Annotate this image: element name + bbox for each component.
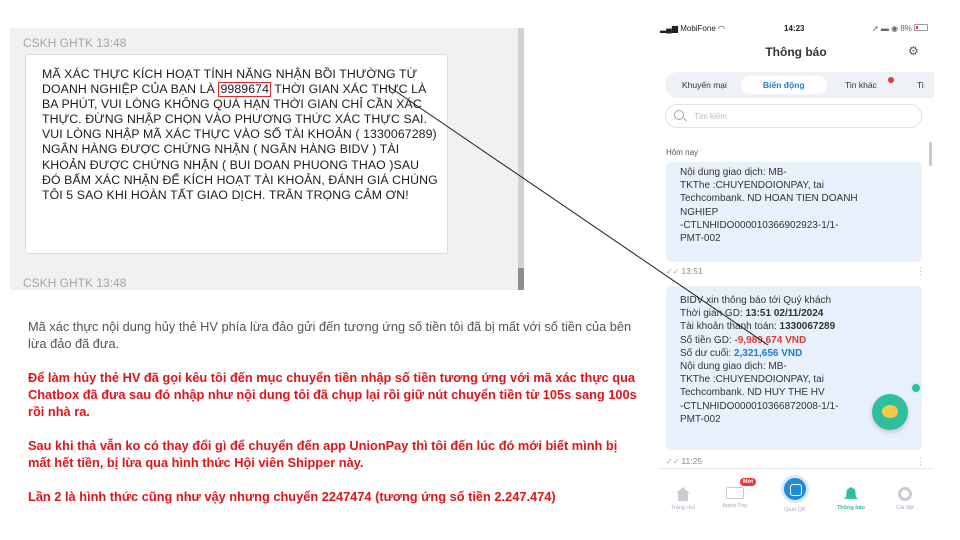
label: Số dư cuối: [680,347,734,359]
battery-percent: 8% [900,24,912,33]
phone-screenshot: ▂▄▆ MobiFone ◠ 14:23 ➚ ▬ ◉ 8% Thông báo … [658,14,934,526]
status-clock: 14:23 [784,24,805,33]
nav-scan-qr[interactable]: Quét QR [770,475,820,513]
card-line-account: Tài khoản thanh toán: 1330067289 [680,320,922,333]
more-options-icon[interactable]: ⋮ [916,456,925,467]
check-icon: ✓✓ [666,267,680,276]
wallet-icon [726,487,744,499]
chat-panel: CSKH GHTK 13:48 MÃ XÁC THỰC KÍCH HOẠT TÍ… [10,28,524,290]
chat-scrollbar[interactable] [518,28,524,290]
gear-icon [898,487,912,501]
tab-transactions[interactable]: Biến động [741,76,827,94]
card-line-time: Thời gian GD: 13:51 02/11/2024 [680,307,922,320]
card-line: BIDV xin thông báo tới Quý khách [680,295,832,306]
status-bar: ▂▄▆ MobiFone ◠ 14:23 ➚ ▬ ◉ 8% [658,14,934,40]
tab-more[interactable]: Ti [917,80,924,90]
page-title: Thông báo [765,45,827,59]
battery-icon [914,24,928,31]
card-line: NGHIEP [680,206,719,218]
bell-icon [844,487,858,499]
check-icon: ✓✓ [666,457,680,466]
card-line-amount: Số tiền GD: -9,989,674 VND [680,334,922,347]
floating-mini-button[interactable] [910,382,922,394]
balance-amount: 2,321,656 VND [733,347,803,359]
card-line: TKThe :CHUYENDOIONPAY, tai [680,374,824,386]
notification-time: ✓✓ 13:51 [666,266,703,276]
card-line: Nội dung giao dịch: MB- [680,361,787,373]
explanation-normal: Mã xác thực nội dung hủy thẻ HV phía lừa… [28,319,632,351]
nav-label: Trang chủ [670,505,696,511]
card-line: TKThe :CHUYENDOIONPAY, tai [680,180,824,192]
transaction-amount: -9,989,674 VND [734,334,807,346]
list-scrollbar[interactable] [929,142,932,166]
chat-scroll-thumb[interactable] [518,268,524,290]
notification-card[interactable]: Nội dung giao dịch: MB- TKThe :CHUYENDOI… [666,162,922,262]
label: Số tiền GD: [680,334,735,346]
nav-label: Apple Pay [722,503,748,509]
nav-settings[interactable]: Cài đặt [880,479,930,511]
search-placeholder: Tìm kiếm [694,112,727,121]
gear-icon[interactable]: ⚙ [908,44,919,58]
card-line: -CTLNHIDO000010366902923-1/1- [680,219,839,231]
unread-dot [888,77,894,83]
card-line: Techcombank. ND HOAN TIEN DOANH [680,193,858,205]
explanation-red-3: Lần 2 là hình thức cũng như vậy nhưng ch… [28,489,556,504]
account-number: 1330067289 [779,321,836,333]
bottom-nav: Trang chủ Mới Apple Pay Quét QR Thông bá… [658,468,934,526]
time-text: 11:25 [681,456,703,466]
value: 13:51 02/11/2024 [745,308,824,320]
label: Tài khoản thanh toán: [680,321,780,333]
carrier-name: MobiFone [680,24,716,33]
card-line: Nội dung giao dịch: MB- [680,167,787,178]
card-line: PMT-002 [680,233,721,245]
explanation-red-1: Để làm hủy thẻ HV đã gọi kêu tôi đến mục… [28,370,637,419]
support-chat-icon[interactable] [872,394,908,430]
search-input[interactable]: Tìm kiếm [665,104,922,128]
tab-bar: Khuyến mại Biến động Tin khác Ti [665,72,934,98]
status-icons: ➚ ▬ ◉ 8% [872,24,912,33]
qr-scan-icon [781,475,809,503]
chat-sender-timestamp: CSKH GHTK 13:48 [23,276,127,290]
notification-time: ✓✓ 11:25 [666,456,702,466]
search-icon [674,110,684,120]
card-line-balance: Số dư cuối: 2,321,656 VND [680,347,922,360]
tab-promotions[interactable]: Khuyến mại [682,80,727,90]
nav-label: Cài đặt [896,505,914,511]
home-icon [676,487,690,501]
chat-message-bubble: MÃ XÁC THỰC KÍCH HOẠT TÍNH NĂNG NHẬN BỒI… [25,54,448,254]
nav-label: Thông báo [836,505,866,511]
explanation-red-2: Sau khi thả vẫn ko có thay đổi gì để chu… [28,438,618,470]
label: Thời gian GD: [680,308,746,320]
screenshot-canvas: CSKH GHTK 13:48 MÃ XÁC THỰC KÍCH HOẠT TÍ… [0,0,960,540]
section-label-today: Hôm nay [666,148,699,157]
verification-code-highlight: 9989674 [218,82,272,98]
tab-other-news[interactable]: Tin khác [845,80,877,90]
nav-label: Quét QR [784,507,806,513]
more-options-icon[interactable]: ⋮ [916,266,925,277]
time-text: 13:51 [681,266,703,276]
new-badge: Mới [740,478,757,486]
chat-sender-timestamp: CSKH GHTK 13:48 [23,36,127,50]
chat-message-text: MÃ XÁC THỰC KÍCH HOẠT TÍNH NĂNG NHẬN BỒI… [42,67,441,203]
explanation-text: Mã xác thực nội dung hủy thẻ HV phía lừa… [28,318,638,522]
carrier-label: ▂▄▆ MobiFone ◠ [660,24,725,33]
nav-notifications[interactable]: Thông báo [826,479,876,511]
nav-apple-pay[interactable]: Mới Apple Pay [710,478,760,509]
message-text-after: THỜI GIAN XÁC THỰC LÀ BA PHÚT, VUI LÒNG … [42,82,438,202]
nav-home[interactable]: Trang chủ [658,479,708,511]
